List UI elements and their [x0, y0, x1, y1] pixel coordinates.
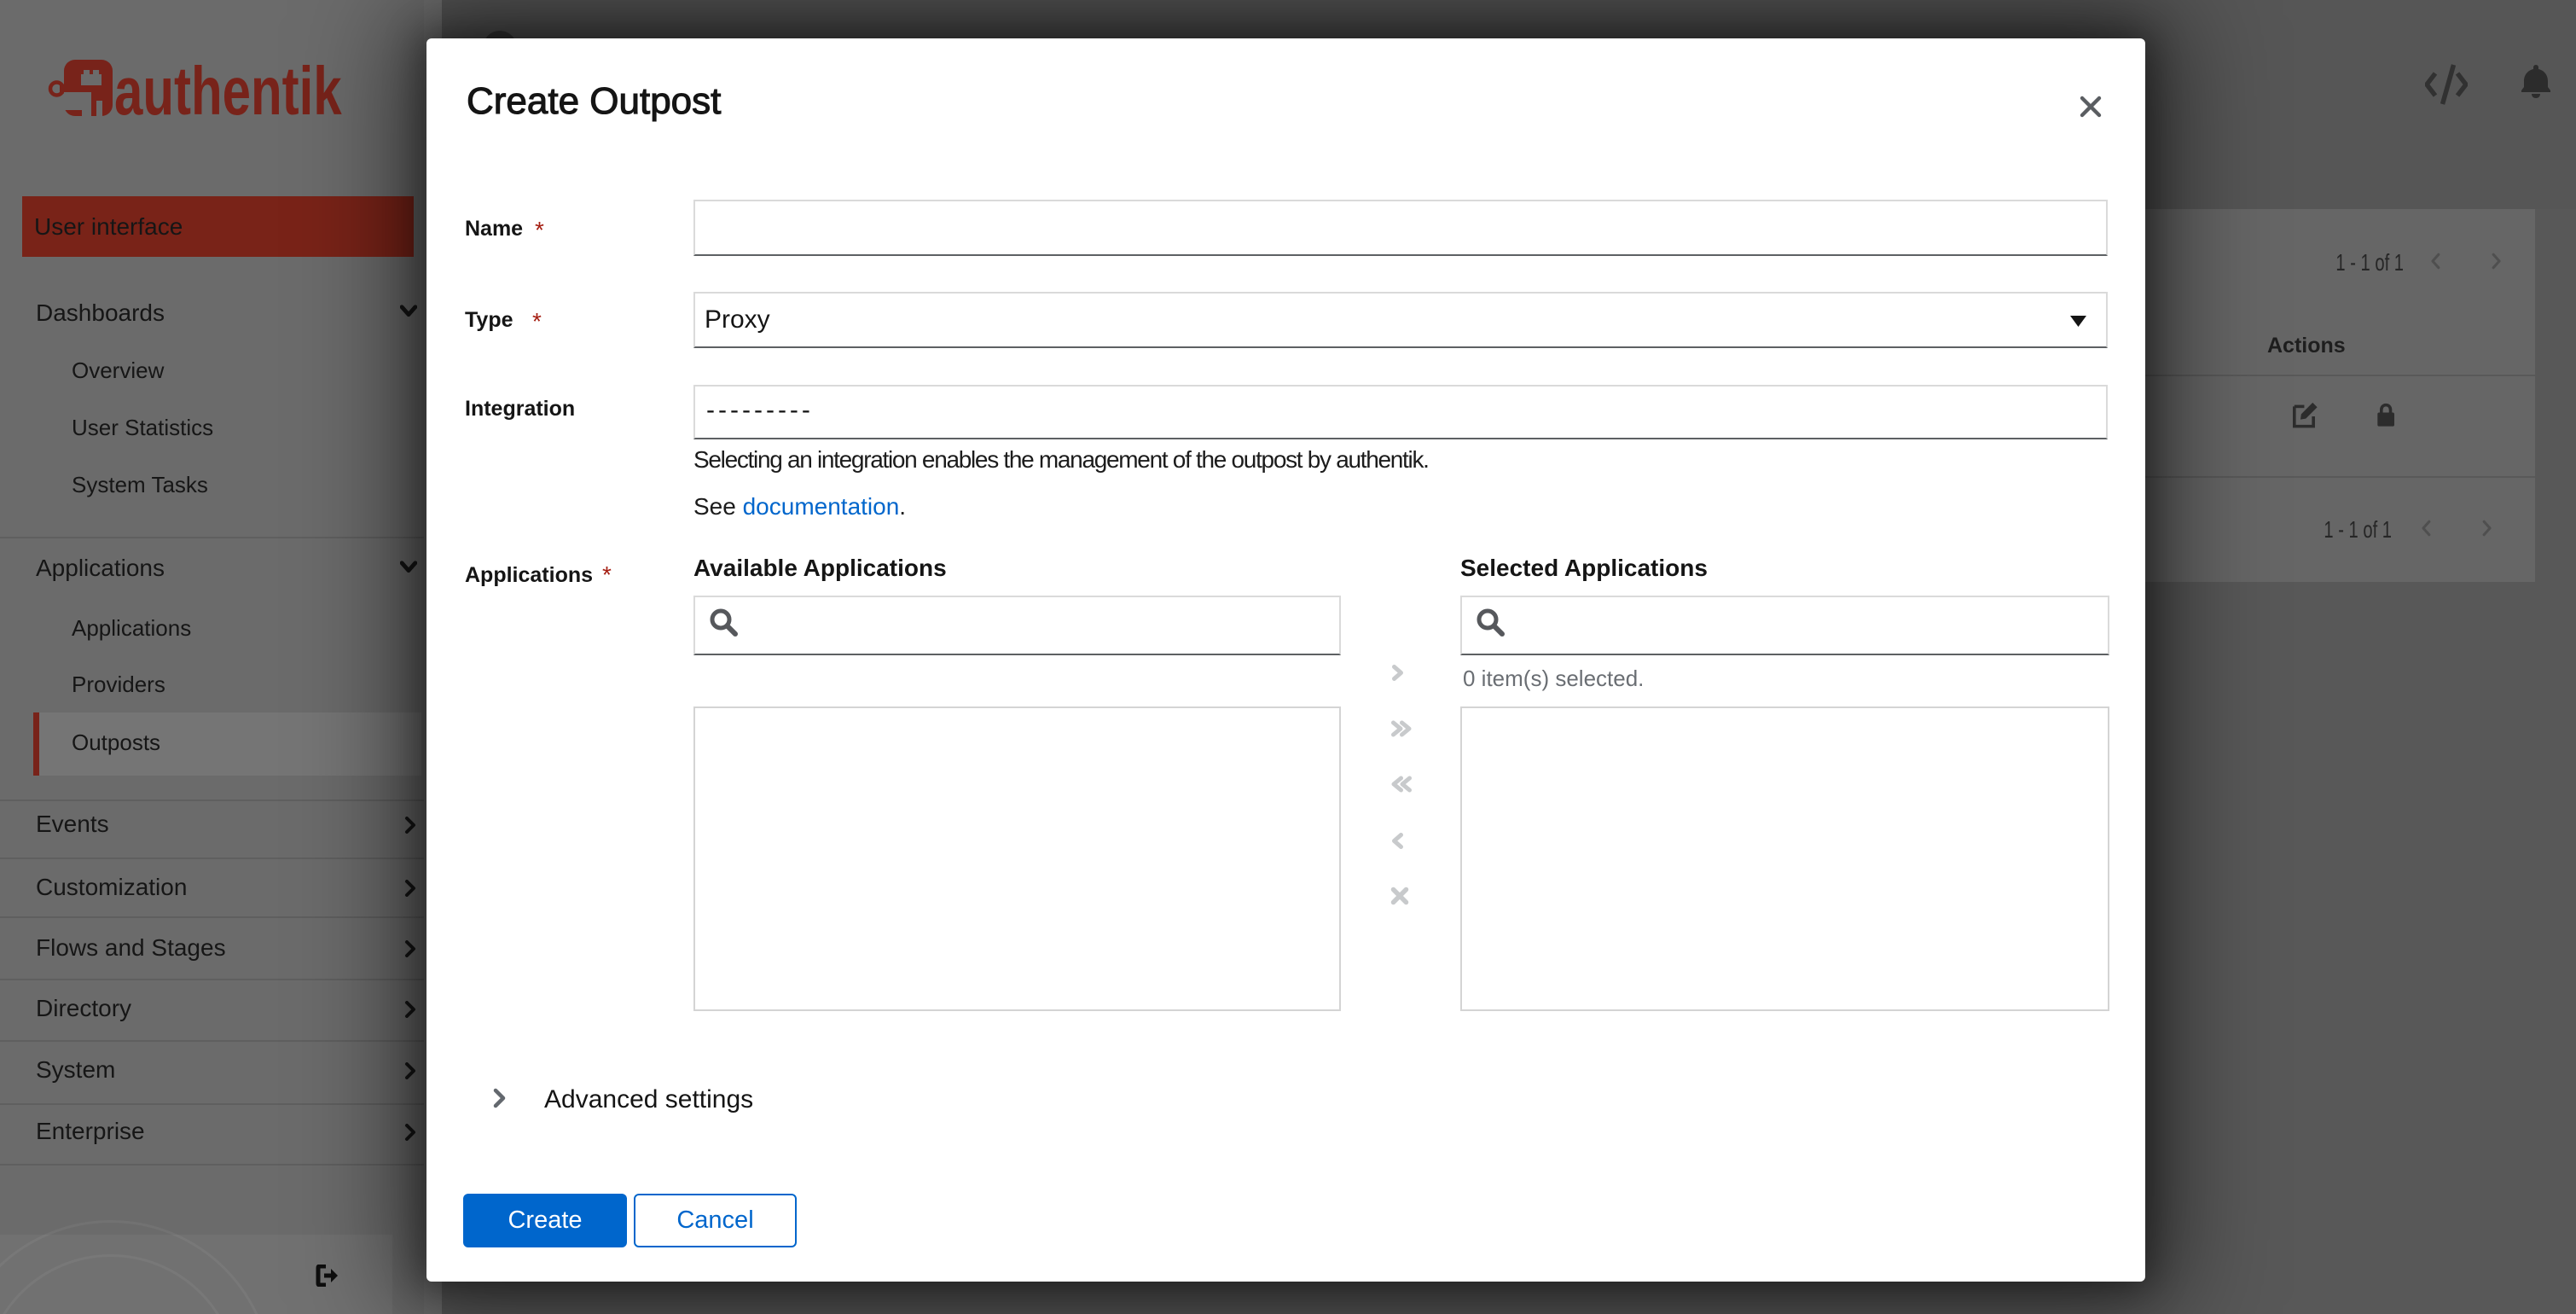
svg-text:authentik: authentik	[114, 53, 342, 128]
